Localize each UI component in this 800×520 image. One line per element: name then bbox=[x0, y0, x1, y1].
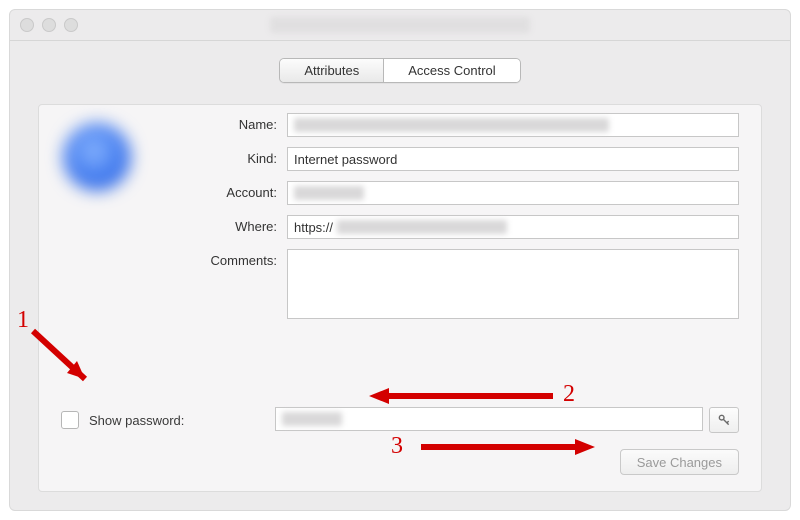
kind-label: Kind: bbox=[159, 147, 287, 166]
show-password-row: Show password: bbox=[61, 407, 739, 433]
name-label: Name: bbox=[159, 113, 287, 132]
content-area: Attributes Access Control Name: bbox=[10, 40, 790, 510]
zoom-window-button[interactable] bbox=[64, 18, 78, 32]
name-field[interactable] bbox=[287, 113, 739, 137]
tab-bar: Attributes Access Control bbox=[279, 58, 520, 83]
window-controls bbox=[20, 18, 78, 32]
kind-field[interactable] bbox=[287, 147, 739, 171]
keychain-item-window: Attributes Access Control Name: bbox=[9, 9, 791, 511]
window-title-redacted bbox=[270, 17, 530, 33]
minimize-window-button[interactable] bbox=[42, 18, 56, 32]
where-label: Where: bbox=[159, 215, 287, 234]
titlebar bbox=[10, 10, 790, 41]
close-window-button[interactable] bbox=[20, 18, 34, 32]
where-value-prefix: https:// bbox=[294, 220, 333, 235]
account-field[interactable] bbox=[287, 181, 739, 205]
key-icon bbox=[717, 413, 731, 427]
tab-access-control[interactable]: Access Control bbox=[384, 59, 519, 82]
save-changes-button[interactable]: Save Changes bbox=[620, 449, 739, 475]
comments-label: Comments: bbox=[159, 249, 287, 268]
show-password-checkbox[interactable] bbox=[61, 411, 79, 429]
attributes-panel: Name: Kind: Account: bbox=[38, 104, 762, 492]
comments-field[interactable] bbox=[287, 249, 739, 319]
password-field[interactable] bbox=[275, 407, 703, 431]
attributes-form: Name: Kind: Account: bbox=[159, 113, 739, 332]
account-label: Account: bbox=[159, 181, 287, 200]
password-assistant-button[interactable] bbox=[709, 407, 739, 433]
where-field[interactable]: https:// bbox=[287, 215, 739, 239]
tab-attributes[interactable]: Attributes bbox=[280, 59, 384, 82]
show-password-label: Show password: bbox=[87, 413, 275, 428]
item-icon bbox=[63, 123, 131, 191]
